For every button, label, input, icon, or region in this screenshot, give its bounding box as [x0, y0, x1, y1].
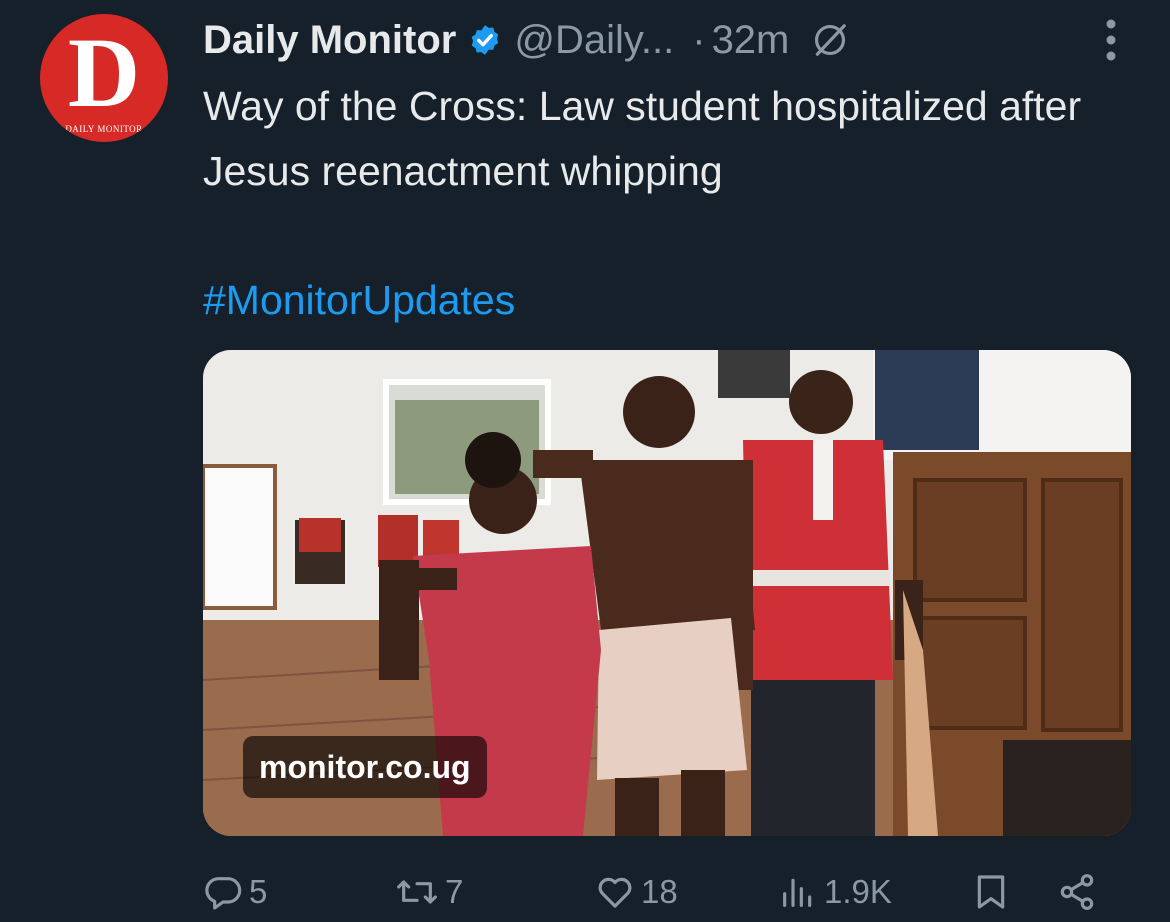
display-name[interactable]: Daily Monitor [203, 18, 456, 63]
like-button[interactable]: 18 [595, 862, 678, 922]
views-button[interactable]: 1.9K [778, 862, 892, 922]
separator-dot: · [692, 17, 706, 62]
reply-icon [205, 877, 242, 910]
bookmark-button[interactable] [971, 862, 1011, 922]
share-button[interactable] [1057, 862, 1097, 922]
link-domain-badge[interactable]: monitor.co.ug [243, 736, 487, 798]
repost-button[interactable]: 7 [395, 862, 463, 922]
grok-icon[interactable] [811, 21, 849, 59]
avatar-logo-letter: D [67, 17, 141, 128]
repost-count: 7 [445, 873, 464, 910]
avatar-logo-caption: DAILY MONITOR [65, 124, 143, 134]
verified-icon [472, 25, 499, 55]
reply-button[interactable]: 5 [203, 862, 267, 922]
more-icon[interactable] [1104, 14, 1118, 66]
reply-count: 5 [249, 873, 268, 910]
tweet-photo[interactable]: monitor.co.ug [203, 350, 1131, 836]
action-bar: 5 7 18 1.9K [203, 862, 1123, 922]
tweet-text: Way of the Cross: Law student hospitaliz… [203, 83, 1082, 194]
tweet-header: Daily Monitor @Daily... · 32m [203, 10, 1150, 70]
views-count: 1.9K [824, 873, 892, 910]
handle[interactable]: @Daily... [514, 18, 674, 63]
hashtag-link[interactable]: #MonitorUpdates [203, 270, 515, 330]
like-icon [598, 877, 632, 908]
repost-icon [397, 880, 437, 904]
timestamp[interactable]: 32m [712, 18, 790, 63]
bookmark-icon [977, 875, 1005, 909]
share-icon [1060, 874, 1094, 910]
like-count: 18 [641, 873, 678, 910]
avatar[interactable]: D DAILY MONITOR [40, 14, 168, 142]
views-icon [783, 878, 812, 907]
